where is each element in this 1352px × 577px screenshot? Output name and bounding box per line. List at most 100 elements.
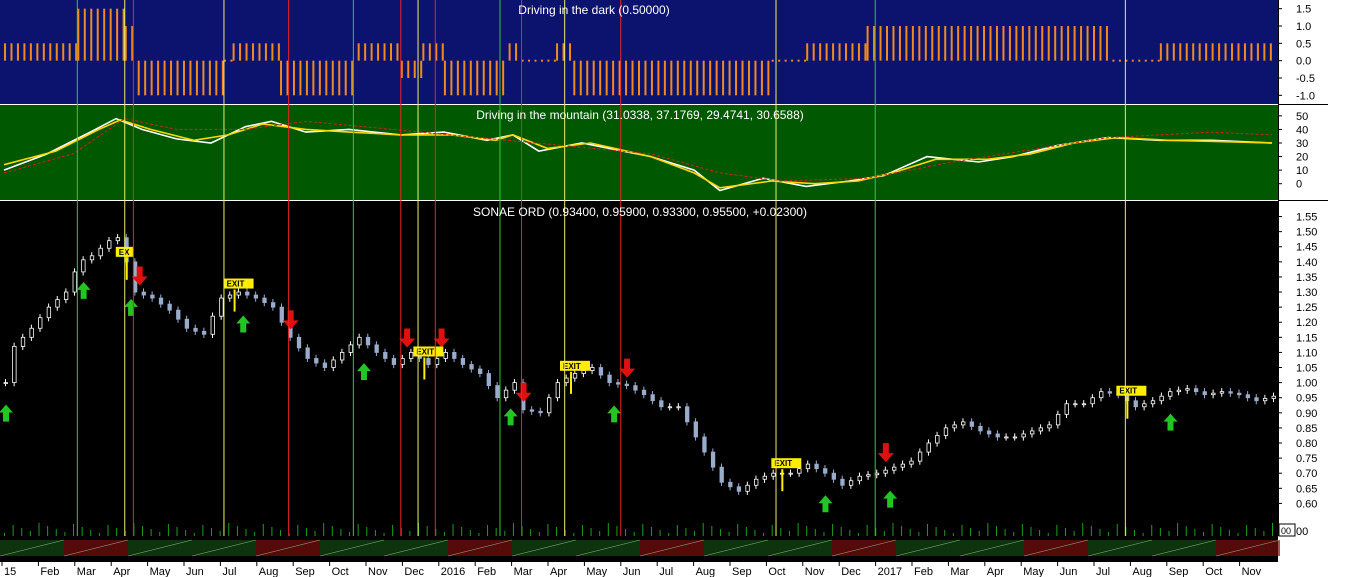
candle-body: [935, 435, 940, 444]
volume-bar: [1021, 524, 1023, 536]
oscillator-bar: [1086, 26, 1089, 61]
oscillator-bar: [957, 26, 960, 61]
volume-bar: [995, 526, 997, 536]
volume-bar: [340, 529, 342, 536]
oscillator-bar: [1231, 43, 1234, 61]
volume-bar: [64, 532, 66, 536]
oscillator-bar: [251, 43, 254, 61]
oscillator-bar: [277, 43, 280, 61]
exit-marker-label: EXIT: [227, 280, 245, 289]
volume-bar: [780, 528, 782, 536]
oscillator-bar: [670, 60, 673, 96]
oscillator-bar: [450, 60, 453, 96]
oscillator-bar: [702, 60, 705, 96]
volume-bar: [961, 525, 963, 536]
oscillator-bar: [42, 43, 45, 61]
oscillator-bar: [456, 60, 459, 96]
candle-body: [831, 472, 836, 480]
oscillator-dot: [547, 59, 550, 62]
volume-bar: [150, 529, 152, 536]
candle-body: [409, 352, 414, 359]
volume-bar: [29, 531, 31, 536]
x-axis-label: 15: [4, 566, 16, 577]
oscillator-dot: [230, 59, 233, 62]
volume-bar: [581, 525, 583, 536]
volume-bar: [987, 523, 989, 536]
oscillator-bar: [420, 60, 423, 78]
oscillator-bar: [318, 60, 321, 96]
x-axis: 15 Feb Mar Apr May Jun Jul Aug Sep Oct Nov Dec 2016 F…: [0, 536, 1352, 577]
x-axis-label: Aug: [696, 566, 716, 577]
volume-bar: [814, 529, 816, 536]
candle-body: [590, 367, 595, 371]
volume-bar: [193, 533, 195, 536]
volume-bar: [1142, 533, 1144, 536]
candle-body: [141, 291, 146, 296]
price-axis-label: 0.95: [1296, 393, 1317, 405]
x-axis-label: Sep: [732, 566, 752, 577]
oscillator-bar: [1159, 43, 1162, 61]
oscillator-bar: [62, 43, 65, 61]
oscillator-bar: [195, 60, 198, 96]
oscillator-bar: [1054, 26, 1057, 61]
oscillator-bar: [189, 60, 192, 96]
volume-bar: [236, 526, 238, 536]
exit-marker-label: EXIT: [416, 347, 434, 356]
volume-bar: [1099, 529, 1101, 536]
candle-body: [616, 382, 621, 385]
candle-body: [823, 468, 828, 474]
candle-body: [1047, 424, 1052, 429]
candle-body: [745, 484, 750, 492]
oscillator-bar: [150, 60, 153, 96]
candle-body: [659, 400, 664, 408]
price-axis-label: 1.25: [1296, 302, 1317, 314]
oscillator-bar: [1243, 43, 1246, 61]
x-axis-label: Nov: [805, 566, 825, 577]
candle-body: [72, 271, 77, 293]
candle-body: [391, 358, 397, 365]
volume-bar: [676, 525, 678, 536]
candle-body: [357, 336, 362, 346]
volume-bar: [219, 531, 221, 536]
volume-bar: [944, 530, 946, 536]
oscillator-bar: [760, 60, 763, 96]
candle-body: [184, 318, 190, 329]
volume-bar: [47, 526, 49, 536]
oscillator-bar: [476, 60, 479, 96]
candle-body: [909, 460, 914, 465]
oscillator-dot: [540, 59, 543, 62]
candle-body: [917, 451, 923, 462]
candle-body: [1262, 398, 1268, 402]
candle-body: [12, 345, 17, 384]
volume-bar: [254, 532, 256, 536]
volume-bar: [202, 525, 204, 536]
volume-bar: [452, 524, 454, 536]
volume-bar: [1151, 525, 1153, 536]
candle-body: [262, 297, 267, 304]
oscillator-bar: [515, 43, 518, 61]
candle-body: [547, 397, 552, 414]
oscillator-bar: [29, 43, 32, 61]
mountain-axis-label: 0: [1296, 179, 1302, 191]
candle-body: [986, 430, 992, 435]
volume-bar: [866, 525, 868, 536]
oscillator-bar: [90, 8, 93, 61]
oscillator-bar: [264, 43, 267, 61]
price-axis-label: 1.05: [1296, 363, 1317, 375]
oscillator-bar: [83, 8, 86, 61]
oscillator-bar: [1080, 26, 1083, 61]
candle-body: [340, 352, 345, 361]
candle-body: [158, 297, 164, 305]
oscillator-bar: [116, 8, 119, 61]
candle-body: [210, 315, 215, 335]
candle-body: [857, 475, 862, 482]
volume-bar: [607, 523, 609, 536]
oscillator-bar: [1002, 26, 1005, 61]
oscillator-bar: [1218, 43, 1221, 61]
candle-body: [926, 442, 931, 453]
oscillator-bar: [428, 43, 431, 61]
oscillator-bar: [612, 60, 615, 96]
x-axis-label: Feb: [477, 566, 496, 577]
oscillator-bar: [715, 60, 718, 96]
mountain-title: Driving in the mountain (31.0338, 37.176…: [476, 108, 804, 122]
